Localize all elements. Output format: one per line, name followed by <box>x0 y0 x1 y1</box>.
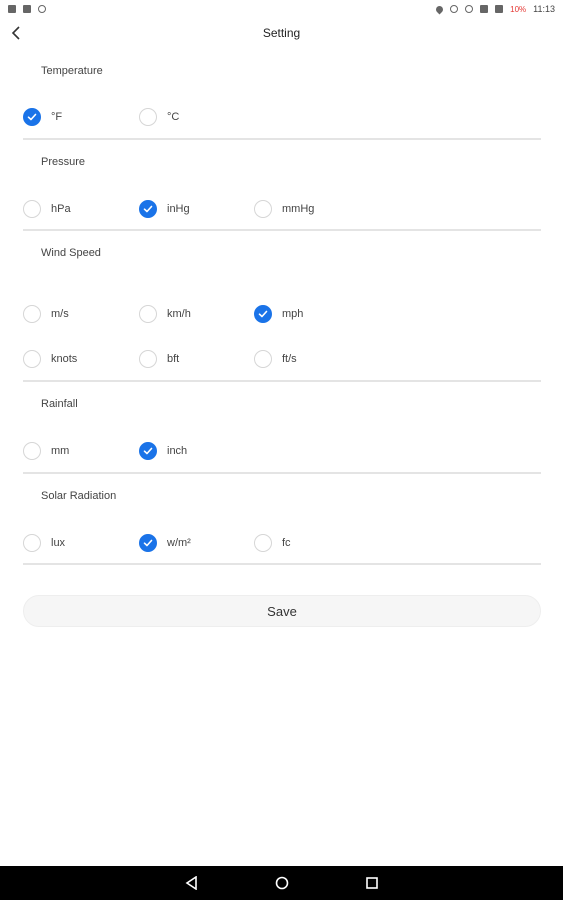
option-celsius[interactable]: °C <box>139 107 179 127</box>
navigation-bar <box>0 866 563 900</box>
option-label: w/m² <box>167 537 191 549</box>
option-hpa[interactable]: hPa <box>23 199 71 219</box>
notification-icon <box>8 5 16 13</box>
radio-button[interactable] <box>23 442 41 460</box>
chevron-left-icon <box>11 26 20 40</box>
radio-button[interactable] <box>139 442 157 460</box>
option-label: mm <box>51 445 70 457</box>
option-inhg[interactable]: inHg <box>139 199 190 219</box>
section-temperature: Temperature °F °C <box>23 56 541 140</box>
nav-recents-button[interactable] <box>362 873 382 893</box>
back-button[interactable] <box>6 22 26 44</box>
option-inch[interactable]: inch <box>139 441 187 461</box>
checkmark-icon <box>27 113 37 121</box>
section-title: Wind Speed <box>41 247 101 259</box>
section-wind-speed: Wind Speed m/s km/h mph knots bft ft/s <box>23 231 541 382</box>
sim-icon <box>23 5 31 13</box>
checkmark-icon <box>143 205 153 213</box>
option-fts[interactable]: ft/s <box>254 349 297 369</box>
radio-button[interactable] <box>254 200 272 218</box>
section-solar-radiation: Solar Radiation lux w/m² fc <box>23 474 541 565</box>
back-triangle-icon <box>185 876 197 890</box>
nav-back-button[interactable] <box>182 873 202 893</box>
option-label: inHg <box>167 203 190 215</box>
option-label: ft/s <box>282 353 297 365</box>
checkmark-icon <box>258 310 268 318</box>
option-mph[interactable]: mph <box>254 304 303 324</box>
radio-button[interactable] <box>254 534 272 552</box>
option-mmhg[interactable]: mmHg <box>254 199 314 219</box>
page-title: Setting <box>262 26 301 40</box>
status-bar-right: 10% 11:13 <box>434 4 555 14</box>
radio-button[interactable] <box>23 350 41 368</box>
option-knots[interactable]: knots <box>23 349 77 369</box>
radio-button[interactable] <box>139 108 157 126</box>
section-title: Temperature <box>41 65 103 77</box>
save-button[interactable]: Save <box>23 595 541 627</box>
section-title: Pressure <box>41 156 86 168</box>
status-bar: 10% 11:13 <box>0 0 563 18</box>
checkmark-icon <box>143 447 153 455</box>
option-label: mph <box>282 308 304 320</box>
recents-square-icon <box>365 877 378 889</box>
status-bar-left <box>8 5 46 13</box>
section-rainfall: Rainfall mm inch <box>23 382 541 474</box>
radio-button[interactable] <box>23 534 41 552</box>
option-lux[interactable]: lux <box>23 533 65 553</box>
radio-button[interactable] <box>23 305 41 323</box>
option-label: bft <box>167 353 180 365</box>
option-bft[interactable]: bft <box>139 349 179 369</box>
wifi-icon <box>480 5 489 13</box>
radio-button[interactable] <box>23 108 41 126</box>
checkmark-icon <box>143 539 153 547</box>
section-pressure: Pressure hPa inHg mmHg <box>23 140 541 231</box>
radio-button[interactable] <box>139 200 157 218</box>
option-label: °F <box>51 111 63 123</box>
radio-button[interactable] <box>139 305 157 323</box>
app-header: Setting <box>0 18 563 48</box>
option-label: inch <box>167 445 188 457</box>
option-fahrenheit[interactable]: °F <box>23 107 62 127</box>
radio-button[interactable] <box>139 534 157 552</box>
clock: 11:13 <box>533 4 555 14</box>
option-label: mmHg <box>282 203 315 215</box>
nav-home-button[interactable] <box>272 873 292 893</box>
option-fc[interactable]: fc <box>254 533 291 553</box>
option-ms[interactable]: m/s <box>23 304 69 324</box>
vibrate-icon <box>450 5 459 13</box>
option-label: fc <box>282 537 291 549</box>
option-label: °C <box>167 111 180 123</box>
section-title: Rainfall <box>41 398 78 410</box>
battery-level: 10% <box>510 4 527 14</box>
alarm-icon <box>465 5 474 13</box>
home-circle-icon <box>275 876 288 890</box>
radio-button[interactable] <box>23 200 41 218</box>
location-icon <box>434 4 445 14</box>
option-wm2[interactable]: w/m² <box>139 533 191 553</box>
option-label: knots <box>51 353 78 365</box>
wifi-calling-icon <box>38 5 46 13</box>
radio-button[interactable] <box>254 305 272 323</box>
option-label: hPa <box>51 203 71 215</box>
option-mm[interactable]: mm <box>23 441 69 461</box>
option-label: km/h <box>167 308 191 320</box>
option-label: m/s <box>51 308 69 320</box>
option-label: lux <box>51 537 66 549</box>
section-title: Solar Radiation <box>41 490 117 502</box>
radio-button[interactable] <box>254 350 272 368</box>
signal-icon <box>495 5 504 13</box>
option-kmh[interactable]: km/h <box>139 304 191 324</box>
radio-button[interactable] <box>139 350 157 368</box>
